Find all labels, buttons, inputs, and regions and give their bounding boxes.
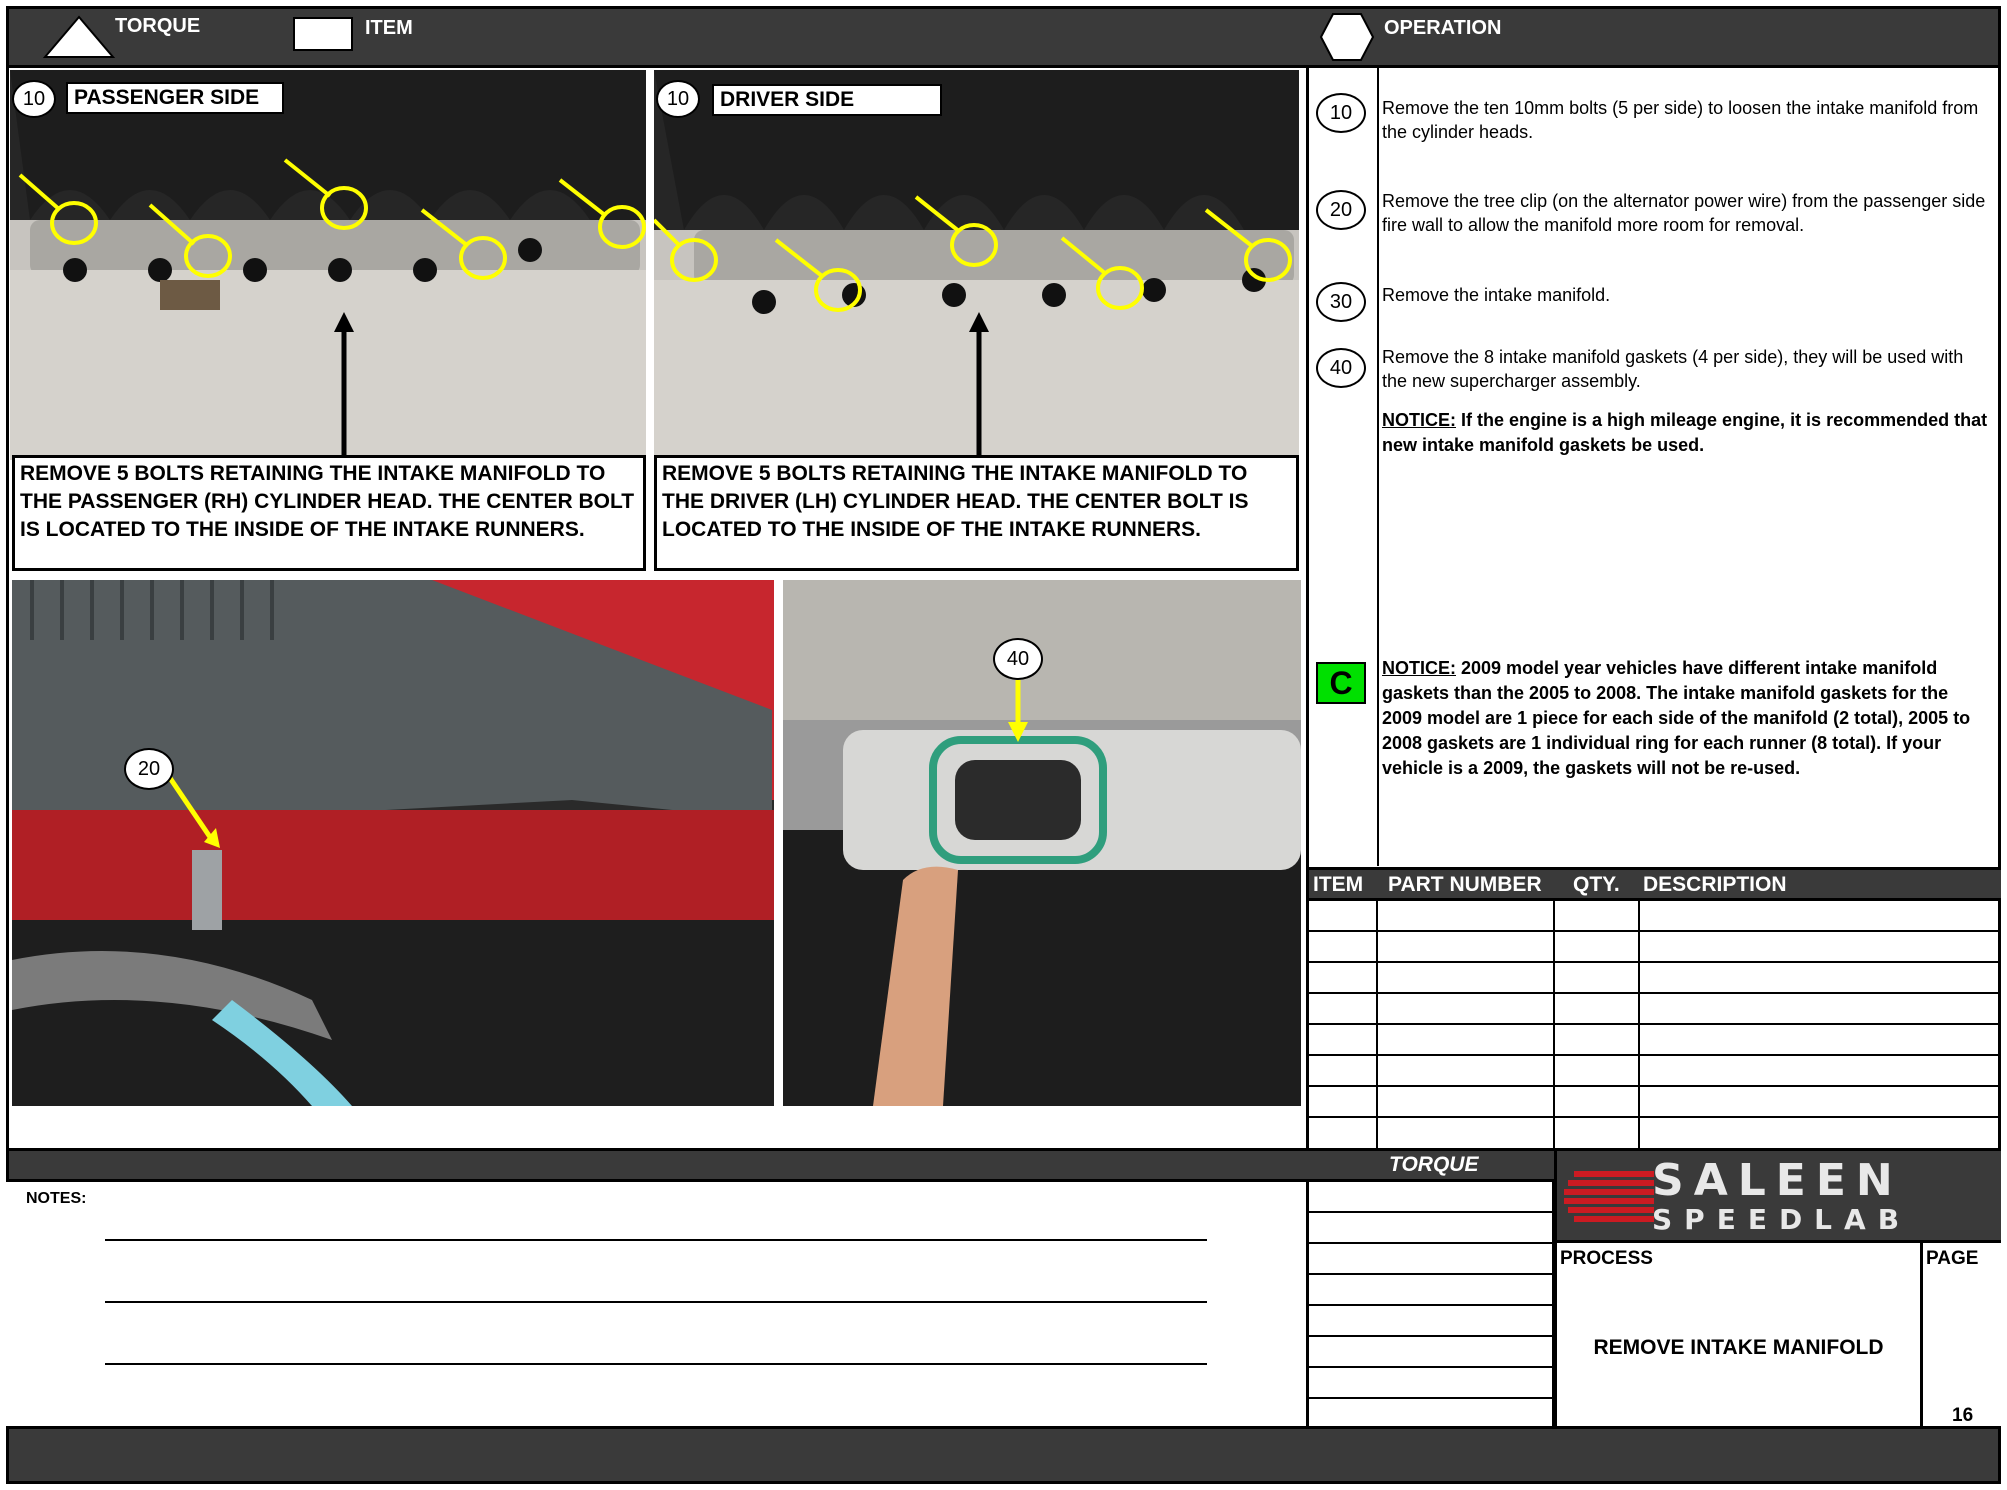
notice-2009-model: NOTICE: 2009 model year vehicles have di… [1382,656,1992,781]
notice-text: If the engine is a high mileage engine, … [1382,410,1988,455]
bottom-bar [6,1426,2001,1484]
op-30-text: Remove the intake manifold. [1382,285,1611,305]
step-20-callout: 20 [124,748,174,790]
parts-table-grid [1309,901,2001,1148]
header-operation-label: OPERATION [1384,17,1502,39]
op-10-text: Remove the ten 10mm bolts (5 per side) t… [1382,98,1979,142]
caution-badge: C [1316,662,1366,704]
operation-hexagon-icon [1319,13,1375,61]
clip-arrow [167,776,220,848]
process-value: REMOVE INTAKE MANIFOLD [1593,1336,1884,1359]
page-number: 16 [1952,1405,1974,1426]
op-40-text: Remove the 8 intake manifold gaskets (4 … [1382,347,1964,391]
notes-label: NOTES: [26,1190,87,1207]
step-10-callout: 10 [12,80,56,118]
item-box-icon [293,17,353,51]
logo-bottom-text: SPEEDLAB [1652,1203,1912,1236]
step-40-callout: 40 [993,638,1043,680]
saleen-speedlab-logo: SALEEN SPEEDLAB [1556,1151,2001,1243]
header-item-label: ITEM [365,17,413,39]
process-label: PROCESS [1560,1248,1653,1269]
op-40-circle: 40 [1316,348,1366,388]
logo-divider [1554,1151,1557,1429]
step-10-callout: 10 [656,80,700,118]
footer-torque-label: TORQUE [1389,1153,1479,1176]
bolt-highlights [654,195,1292,460]
notice-label: NOTICE: [1382,410,1456,430]
page-divider [1920,1241,1923,1429]
driver-side-label: DRIVER SIDE [712,84,942,116]
header-torque-label: TORQUE [115,15,201,37]
col-qty: QTY. [1573,873,1620,896]
logo-top-text: SALEEN [1652,1155,1903,1206]
operation-column-divider [1377,66,1379,866]
gasket-photo: 40 [783,580,1301,1106]
passenger-side-label: PASSENGER SIDE [66,82,284,114]
torque-table-grid [1309,1182,1554,1426]
notes-line [105,1239,1207,1241]
op-10-circle: 10 [1316,93,1366,133]
firewall-clip-photo: 20 [12,580,774,1106]
driver-side-photo: 10 DRIVER SIDE [654,70,1299,460]
torque-triangle-icon [42,15,116,58]
notice-text: 2009 model year vehicles have different … [1382,658,1971,778]
notice-label: NOTICE: [1382,658,1456,678]
header-bar: TORQUE ITEM OPERATION [6,6,2001,68]
bolt-highlights [18,158,646,460]
col-description: DESCRIPTION [1643,873,1787,896]
op-20-circle: 20 [1316,190,1366,230]
notes-line [105,1363,1207,1365]
col-item: ITEM [1313,873,1364,896]
notes-line [105,1301,1207,1303]
passenger-side-photo: 10 PASSENGER SIDE [10,70,646,460]
notice-high-mileage: NOTICE: If the engine is a high mileage … [1382,408,1992,458]
op-20-text: Remove the tree clip (on the alternator … [1382,191,1986,235]
op-30-circle: 30 [1316,282,1366,322]
parts-table-header: ITEM PART NUMBER QTY. DESCRIPTION [1309,867,2001,901]
logo-stripes-icon [1564,1171,1654,1222]
col-part-number: PART NUMBER [1388,873,1542,896]
page-label: PAGE [1926,1248,1979,1269]
passenger-caption: REMOVE 5 BOLTS RETAINING THE INTAKE MANI… [12,455,646,571]
driver-caption: REMOVE 5 BOLTS RETAINING THE INTAKE MANI… [654,455,1299,571]
